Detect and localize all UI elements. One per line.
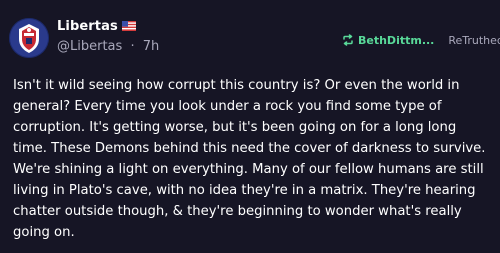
post-timestamp[interactable]: 7h xyxy=(143,39,160,54)
avatar-image xyxy=(9,18,49,58)
us-flag-icon xyxy=(121,21,136,31)
retruth-user-link[interactable]: BethDittm... xyxy=(358,34,434,47)
retruth-icon xyxy=(343,34,353,46)
retruth-label: ReTruthed xyxy=(448,33,500,47)
author-display-name[interactable]: Libertas xyxy=(57,19,118,34)
retruth-indicator: BethDittm... ReTruthed xyxy=(342,32,500,48)
meta-separator: · xyxy=(130,39,135,54)
author-name-row: Libertas xyxy=(57,17,136,35)
post-body: Isn't it wild seeing how corrupt this co… xyxy=(13,78,486,240)
author-handle[interactable]: @Libertas xyxy=(57,39,122,54)
author-meta-row: @Libertas · 7h xyxy=(57,39,159,54)
avatar[interactable] xyxy=(9,18,49,58)
post-card: Libertas @Libertas · 7h BethDittm... ReT… xyxy=(0,0,500,253)
